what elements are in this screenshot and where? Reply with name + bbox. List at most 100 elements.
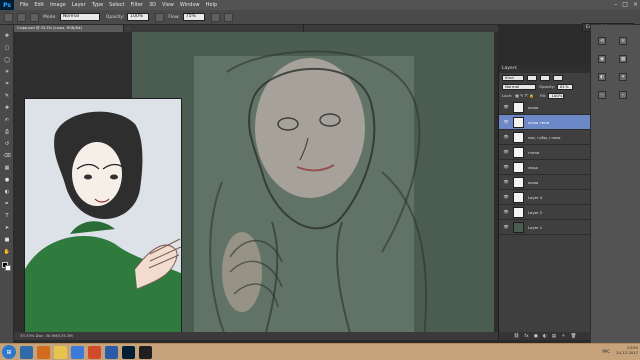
word-taskbar-icon[interactable] xyxy=(105,345,118,359)
visibility-eye-icon[interactable]: 👁 xyxy=(503,134,509,140)
photoshop-taskbar-icon[interactable] xyxy=(122,345,135,359)
menu-filter[interactable]: Filter xyxy=(131,2,143,8)
mode-label: Mode: xyxy=(43,14,57,20)
path-select-tool-icon[interactable]: ➤ xyxy=(3,225,11,231)
visibility-eye-icon[interactable]: 👁 xyxy=(503,224,509,230)
lock-icons[interactable]: ▦ ✎ ⤧ 🔒 xyxy=(515,93,534,98)
pressure-opacity-icon[interactable] xyxy=(155,12,165,22)
properties-icon[interactable]: ≡ xyxy=(619,37,627,45)
brush-tool-preset-icon[interactable] xyxy=(4,12,13,22)
link-layers-icon[interactable]: ⛓ xyxy=(514,334,520,339)
airbrush-icon[interactable] xyxy=(210,12,220,22)
app-taskbar-icon[interactable] xyxy=(139,345,152,359)
gradient-tool-icon[interactable]: ▦ xyxy=(3,165,11,171)
visibility-eye-icon[interactable]: 👁 xyxy=(503,119,509,125)
tab-document-active[interactable]: Софи.psd @ 33.3% (кожа, RGB/8#) xyxy=(14,25,124,32)
filter-pixel-icon[interactable] xyxy=(527,74,537,81)
layer-opacity-field[interactable]: 61% xyxy=(557,83,573,90)
filter-type-icon[interactable] xyxy=(553,74,563,81)
start-button[interactable]: ⊞ xyxy=(2,345,16,359)
styles-icon[interactable]: ✦ xyxy=(619,73,627,81)
skype-taskbar-icon[interactable] xyxy=(71,345,84,359)
close-icon[interactable]: × xyxy=(633,1,638,8)
layer-kind-filter[interactable]: Kind xyxy=(502,74,524,81)
layer-item[interactable]: 👁 глаза xyxy=(499,145,590,160)
opera-taskbar-icon[interactable] xyxy=(88,345,101,359)
layer-style-icon[interactable]: fx xyxy=(524,334,528,339)
layer-item[interactable]: 👁 нос, губы, глаза xyxy=(499,130,590,145)
visibility-eye-icon[interactable]: 👁 xyxy=(503,104,509,110)
type-tool-icon[interactable]: T xyxy=(3,213,11,219)
visibility-eye-icon[interactable]: 👁 xyxy=(503,179,509,185)
healing-tool-icon[interactable]: ✚ xyxy=(3,105,11,111)
opacity-field[interactable]: 100% xyxy=(127,13,150,21)
fill-field[interactable]: 100% xyxy=(548,92,565,99)
tab-document-secondary[interactable]: … xyxy=(124,25,304,32)
layer-item[interactable]: 👁 Layer 4 xyxy=(499,190,590,205)
layer-item[interactable]: 👁 кожа xyxy=(499,100,590,115)
canvas-document[interactable] xyxy=(132,32,494,340)
group-icon[interactable]: ▤ xyxy=(552,334,556,339)
ie-taskbar-icon[interactable] xyxy=(20,345,33,359)
menu-image[interactable]: Image xyxy=(50,2,66,8)
firefox-taskbar-icon[interactable] xyxy=(37,345,50,359)
move-tool-icon[interactable]: ✥ xyxy=(3,33,11,39)
new-layer-icon[interactable]: ＋ xyxy=(561,333,566,339)
hand-tool-icon[interactable]: ✋ xyxy=(3,249,11,255)
history-icon[interactable]: ⟲ xyxy=(598,37,606,45)
visibility-eye-icon[interactable]: 👁 xyxy=(503,209,509,215)
eyedropper-tool-icon[interactable]: ✎ xyxy=(3,93,11,99)
blur-tool-icon[interactable]: ● xyxy=(3,177,11,183)
blend-mode-select[interactable]: Normal xyxy=(502,83,536,90)
pressure-size-icon[interactable] xyxy=(223,12,233,22)
menu-window[interactable]: Window xyxy=(180,2,200,8)
minimize-icon[interactable]: – xyxy=(614,1,617,8)
marquee-tool-icon[interactable]: ▢ xyxy=(3,45,11,51)
paths-icon[interactable]: ⌁ xyxy=(619,91,627,99)
brush-panel-icon[interactable] xyxy=(30,12,39,22)
pen-tool-icon[interactable]: ✒ xyxy=(3,201,11,207)
menu-type[interactable]: Type xyxy=(92,2,103,8)
delete-layer-icon[interactable]: 🗑 xyxy=(571,334,577,339)
clone-stamp-tool-icon[interactable]: ⎙ xyxy=(3,129,11,135)
dodge-tool-icon[interactable]: ◐ xyxy=(3,189,11,195)
adjustment-layer-icon[interactable]: ◐ xyxy=(543,334,547,339)
visibility-eye-icon[interactable]: 👁 xyxy=(503,149,509,155)
menu-3d[interactable]: 3D xyxy=(149,2,156,8)
color-icon[interactable]: ◉ xyxy=(598,55,606,63)
crop-tool-icon[interactable]: ⌗ xyxy=(3,81,11,87)
menu-select[interactable]: Select xyxy=(109,2,124,8)
maximize-icon[interactable]: □ xyxy=(622,1,628,8)
clock[interactable]: 23:55 24.12.2017 xyxy=(616,345,638,355)
menu-file[interactable]: File xyxy=(20,2,28,8)
layer-item-selected[interactable]: 👁 кожа тени xyxy=(499,115,590,130)
visibility-eye-icon[interactable]: 👁 xyxy=(503,164,509,170)
layer-item[interactable]: 👁 кожа xyxy=(499,175,590,190)
language-indicator[interactable]: РУС xyxy=(602,349,610,354)
lasso-tool-icon[interactable]: ◯ xyxy=(3,57,11,63)
flow-field[interactable]: 75% xyxy=(182,13,205,21)
layer-item[interactable]: 👁 лицо xyxy=(499,160,590,175)
brush-size-icon[interactable] xyxy=(17,12,26,22)
visibility-eye-icon[interactable]: 👁 xyxy=(503,194,509,200)
menu-layer[interactable]: Layer xyxy=(72,2,86,8)
layer-item[interactable]: 👁 Layer 2 xyxy=(499,205,590,220)
layer-item[interactable]: 👁 Layer 1 xyxy=(499,220,590,235)
shape-tool-icon[interactable]: ■ xyxy=(3,237,11,243)
swatches-icon[interactable]: ▦ xyxy=(619,55,627,63)
filter-adjustment-icon[interactable] xyxy=(540,74,550,81)
mask-icon[interactable]: ▣ xyxy=(534,334,538,339)
mode-select[interactable]: Normal xyxy=(59,13,100,21)
menu-view[interactable]: View xyxy=(162,2,174,8)
history-brush-tool-icon[interactable]: ↺ xyxy=(3,141,11,147)
brush-tool-icon[interactable]: ✍ xyxy=(3,117,11,123)
channels-icon[interactable]: ⋯ xyxy=(598,91,606,99)
quick-select-tool-icon[interactable]: ✳ xyxy=(3,69,11,75)
adjustments-icon[interactable]: ◐ xyxy=(598,73,606,81)
eraser-tool-icon[interactable]: ⌫ xyxy=(3,153,11,159)
menu-help[interactable]: Help xyxy=(206,2,217,8)
folder-taskbar-icon[interactable] xyxy=(54,345,67,359)
background-color-swatch[interactable] xyxy=(5,265,11,271)
menu-edit[interactable]: Edit xyxy=(34,2,44,8)
canvas-area[interactable] xyxy=(14,32,498,340)
